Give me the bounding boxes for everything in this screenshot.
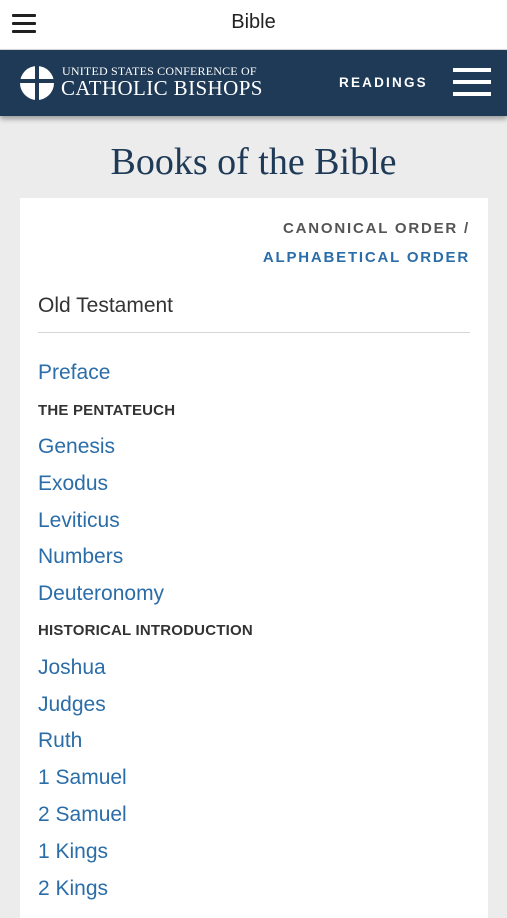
- book-link[interactable]: Ruth: [38, 729, 82, 753]
- alphabetical-order-link[interactable]: ALPHABETICAL ORDER: [263, 249, 470, 266]
- book-link[interactable]: Preface: [38, 361, 110, 385]
- order-selector: CANONICAL ORDER / ALPHABETICAL ORDER: [263, 220, 470, 266]
- book-link[interactable]: Genesis: [38, 435, 115, 459]
- book-link[interactable]: Judges: [38, 693, 106, 717]
- group-heading: HISTORICAL INTRODUCTION: [38, 622, 253, 640]
- site-menu-icon[interactable]: [453, 68, 491, 98]
- book-link[interactable]: 2 Kings: [38, 877, 108, 901]
- book-link[interactable]: Deuteronomy: [38, 582, 164, 606]
- book-link[interactable]: 2 Samuel: [38, 803, 127, 827]
- divider: [38, 332, 470, 333]
- book-link[interactable]: 1 Kings: [38, 840, 108, 864]
- book-link[interactable]: 1 Samuel: [38, 766, 127, 790]
- book-link[interactable]: Exodus: [38, 472, 108, 496]
- cross-logo-icon: [20, 66, 54, 100]
- group-heading: THE PENTATEUCH: [38, 401, 176, 419]
- readings-link[interactable]: READINGS: [339, 75, 428, 90]
- site-header: UNITED STATES CONFERENCE OF CATHOLIC BIS…: [0, 50, 507, 116]
- app-bar: Bible: [0, 0, 507, 50]
- canonical-order-label: CANONICAL ORDER /: [283, 220, 470, 237]
- page-title: Books of the Bible: [110, 141, 397, 183]
- content-card: CANONICAL ORDER / ALPHABETICAL ORDER Old…: [20, 198, 488, 918]
- logo-text-line2: CATHOLIC BISHOPS: [61, 76, 263, 100]
- section-title: Old Testament: [38, 294, 174, 317]
- book-link[interactable]: Leviticus: [38, 509, 120, 533]
- book-link[interactable]: Numbers: [38, 545, 123, 569]
- book-list: Preface THE PENTATEUCH Genesis Exodus Le…: [38, 355, 470, 907]
- app-title: Bible: [231, 11, 276, 33]
- book-link[interactable]: Joshua: [38, 656, 106, 680]
